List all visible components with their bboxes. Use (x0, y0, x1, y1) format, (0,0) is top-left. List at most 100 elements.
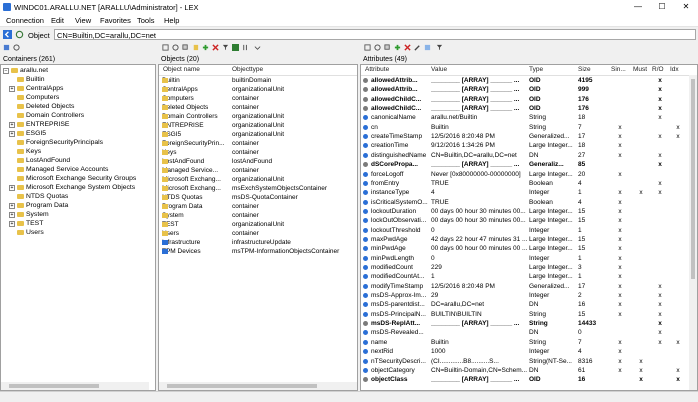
copy-icon[interactable] (182, 44, 189, 51)
object-row[interactable]: Microsoft Exchang... organizationalUnit (159, 175, 357, 184)
object-row[interactable]: Computers container (159, 94, 357, 103)
attribute-row[interactable]: createTimeStamp 12/5/2016 8:20:48 PM Gener… (361, 132, 697, 141)
tree-item[interactable]: Microsoft Exchange Security Groups (9, 175, 136, 184)
tree-item[interactable]: Domain Controllers (9, 112, 84, 121)
tree-item[interactable]: Computers (9, 94, 59, 103)
object-row[interactable]: NTDS Quotas msDS-QuotaContainer (159, 193, 357, 202)
attribute-row[interactable]: isCriticalSystemO... TRUE Boolean 4 x (361, 198, 697, 207)
expand-icon[interactable]: + (9, 85, 15, 92)
close-button[interactable]: ✕ (674, 0, 698, 14)
menu-edit[interactable]: Edit (51, 16, 64, 25)
attribute-row[interactable]: objectCategory CN=Builtin-Domain,CN=Schem… (361, 366, 697, 375)
attribute-row[interactable]: distinguishedName CN=Builtin,DC=arallu,DC… (361, 151, 697, 160)
expand-icon[interactable]: + (9, 184, 15, 191)
attribute-row[interactable]: msDS-Approx-Im... 29 Integer 2 x x (361, 291, 697, 300)
collapse-icon[interactable]: − (3, 67, 9, 74)
minimize-button[interactable]: — (626, 0, 650, 14)
attribute-row[interactable]: objectClass ________ [ARRAY] ______ ... OI… (361, 375, 697, 384)
attr-add-icon[interactable] (394, 44, 401, 51)
attribute-row[interactable]: dSCorePropa... ________ [ARRAY] ______ ..… (361, 160, 697, 169)
object-row[interactable]: ForeignSecurityPrin... container (159, 139, 357, 148)
attribute-row[interactable]: minPwdAge 00 days 00 hour 00 minutes 00 .… (361, 244, 697, 253)
back-icon[interactable] (3, 30, 12, 39)
attribute-row[interactable]: name Builtin String 7 x x x (361, 338, 697, 347)
font-icon[interactable] (232, 44, 239, 51)
objects-hscroll[interactable] (159, 382, 357, 390)
sort-icon[interactable] (242, 44, 249, 51)
attribute-row[interactable]: msDS-parentdist... DC=arallu,DC=net DN 16 x x (361, 300, 697, 309)
col-single[interactable]: Sin... (611, 66, 626, 73)
attribute-row[interactable]: minPwdLength 0 Integer 1 x (361, 254, 697, 263)
bookmark-icon[interactable] (3, 44, 10, 51)
col-object-name[interactable]: Object name (163, 66, 200, 73)
col-indexed[interactable]: Idx (670, 66, 679, 73)
object-row[interactable]: Infrastructure infrastructureUpdate (159, 238, 357, 247)
object-row[interactable]: TPM Devices msTPM-InformationObjectsConta… (159, 247, 357, 256)
expand-icon[interactable]: + (9, 130, 15, 137)
attr-refresh-icon[interactable] (374, 44, 381, 51)
object-row[interactable]: Builtin builtinDomain (159, 76, 357, 85)
tree-item[interactable]: + CentralApps (9, 85, 63, 94)
object-row[interactable]: CentralApps organizationalUnit (159, 85, 357, 94)
attribute-row[interactable]: msDS-ReplAtt... ________ [ARRAY] ______ .… (361, 319, 697, 328)
containers-hscroll[interactable] (1, 382, 149, 390)
attr-filter-icon[interactable] (436, 44, 443, 51)
attr-delete-icon[interactable] (404, 44, 411, 51)
attribute-row[interactable]: lockOutObservati... 00 days 00 hour 30 mi… (361, 216, 697, 225)
maximize-button[interactable]: ☐ (650, 0, 674, 14)
tree-root[interactable]: − arallu.net (3, 67, 48, 76)
tree-item[interactable]: + Program Data (9, 202, 68, 211)
attr-grid-icon[interactable] (424, 44, 431, 51)
objects-refresh-icon[interactable] (172, 44, 179, 51)
attribute-row[interactable]: lockoutDuration 00 days 00 hour 30 minute… (361, 207, 697, 216)
object-row[interactable]: TEST organizationalUnit (159, 220, 357, 229)
attribute-row[interactable]: modifiedCountAt... 1 Large Integer... 1 x (361, 272, 697, 281)
attribute-row[interactable]: modifiedCount 229 Large Integer... 3 x (361, 263, 697, 272)
object-row[interactable]: Domain Controllers organizationalUnit (159, 112, 357, 121)
attribute-row[interactable]: fromEntry TRUE Boolean 4 x (361, 179, 697, 188)
attribute-row[interactable]: canonicalName arallu.net/Builtin String 18 x (361, 113, 697, 122)
refresh-icon[interactable] (15, 30, 24, 39)
object-row[interactable]: Microsoft Exchang... msExchSystemObjectsC… (159, 184, 357, 193)
paste-icon[interactable] (192, 44, 199, 51)
view-dropdown-icon[interactable] (254, 44, 261, 51)
attribute-row[interactable]: nextRid 1000 Integer 4 x (361, 347, 697, 356)
expand-icon[interactable]: + (9, 211, 15, 218)
attribute-row[interactable]: forceLogoff Never [0x80000000-00000000] La… (361, 170, 697, 179)
tree-item[interactable]: + ESGI5 (9, 130, 46, 139)
add-icon[interactable] (202, 44, 209, 51)
attribute-row[interactable]: allowedAttrib... ________ [ARRAY] ______ … (361, 76, 697, 85)
attribute-row[interactable]: creationTime 9/12/2016 1:34:26 PM Large In… (361, 141, 697, 150)
tree-item[interactable]: NTDS Quotas (9, 193, 68, 202)
attribute-row[interactable]: instanceType 4 Integer 1 x x x (361, 188, 697, 197)
menu-tools[interactable]: Tools (137, 16, 155, 25)
expand-icon[interactable]: + (9, 202, 15, 209)
object-row[interactable]: Users container (159, 229, 357, 238)
col-readonly[interactable]: R/O (652, 66, 664, 73)
list-icon[interactable] (162, 44, 169, 51)
object-row[interactable]: Managed Service... container (159, 166, 357, 175)
tree-item[interactable]: + ENTREPRISE (9, 121, 69, 130)
menu-favorites[interactable]: Favorites (100, 16, 131, 25)
tree-item[interactable]: ForeignSecurityPrincipals (9, 139, 103, 148)
tree-item[interactable]: Builtin (9, 76, 45, 85)
attribute-row[interactable]: lockoutThreshold 0 Integer 1 x (361, 226, 697, 235)
attribute-row[interactable]: nTSecurityDescri... (CI.............B8...… (361, 357, 697, 366)
expand-icon[interactable]: + (9, 121, 15, 128)
object-row[interactable]: Deleted Objects container (159, 103, 357, 112)
attribute-row[interactable]: msDS-Revealed... DN 0 x (361, 328, 697, 337)
col-attribute[interactable]: Attribute (365, 66, 389, 73)
tree-item[interactable]: + System (9, 211, 49, 220)
tree-refresh-icon[interactable] (13, 44, 20, 51)
col-size[interactable]: Size (578, 66, 591, 73)
object-row[interactable]: ESGI5 organizationalUnit (159, 130, 357, 139)
attr-edit-icon[interactable] (414, 44, 421, 51)
tree-item[interactable]: LostAndFound (9, 157, 70, 166)
attributes-vscroll[interactable] (689, 75, 697, 390)
menu-connection[interactable]: Connection (6, 16, 44, 25)
attribute-row[interactable]: cn Builtin String 7 x x (361, 123, 697, 132)
attribute-row[interactable]: maxPwdAge 42 days 22 hour 47 minutes 31 .… (361, 235, 697, 244)
col-type[interactable]: Type (529, 66, 543, 73)
attr-copy-icon[interactable] (384, 44, 391, 51)
tree-item[interactable]: Users (9, 229, 44, 238)
